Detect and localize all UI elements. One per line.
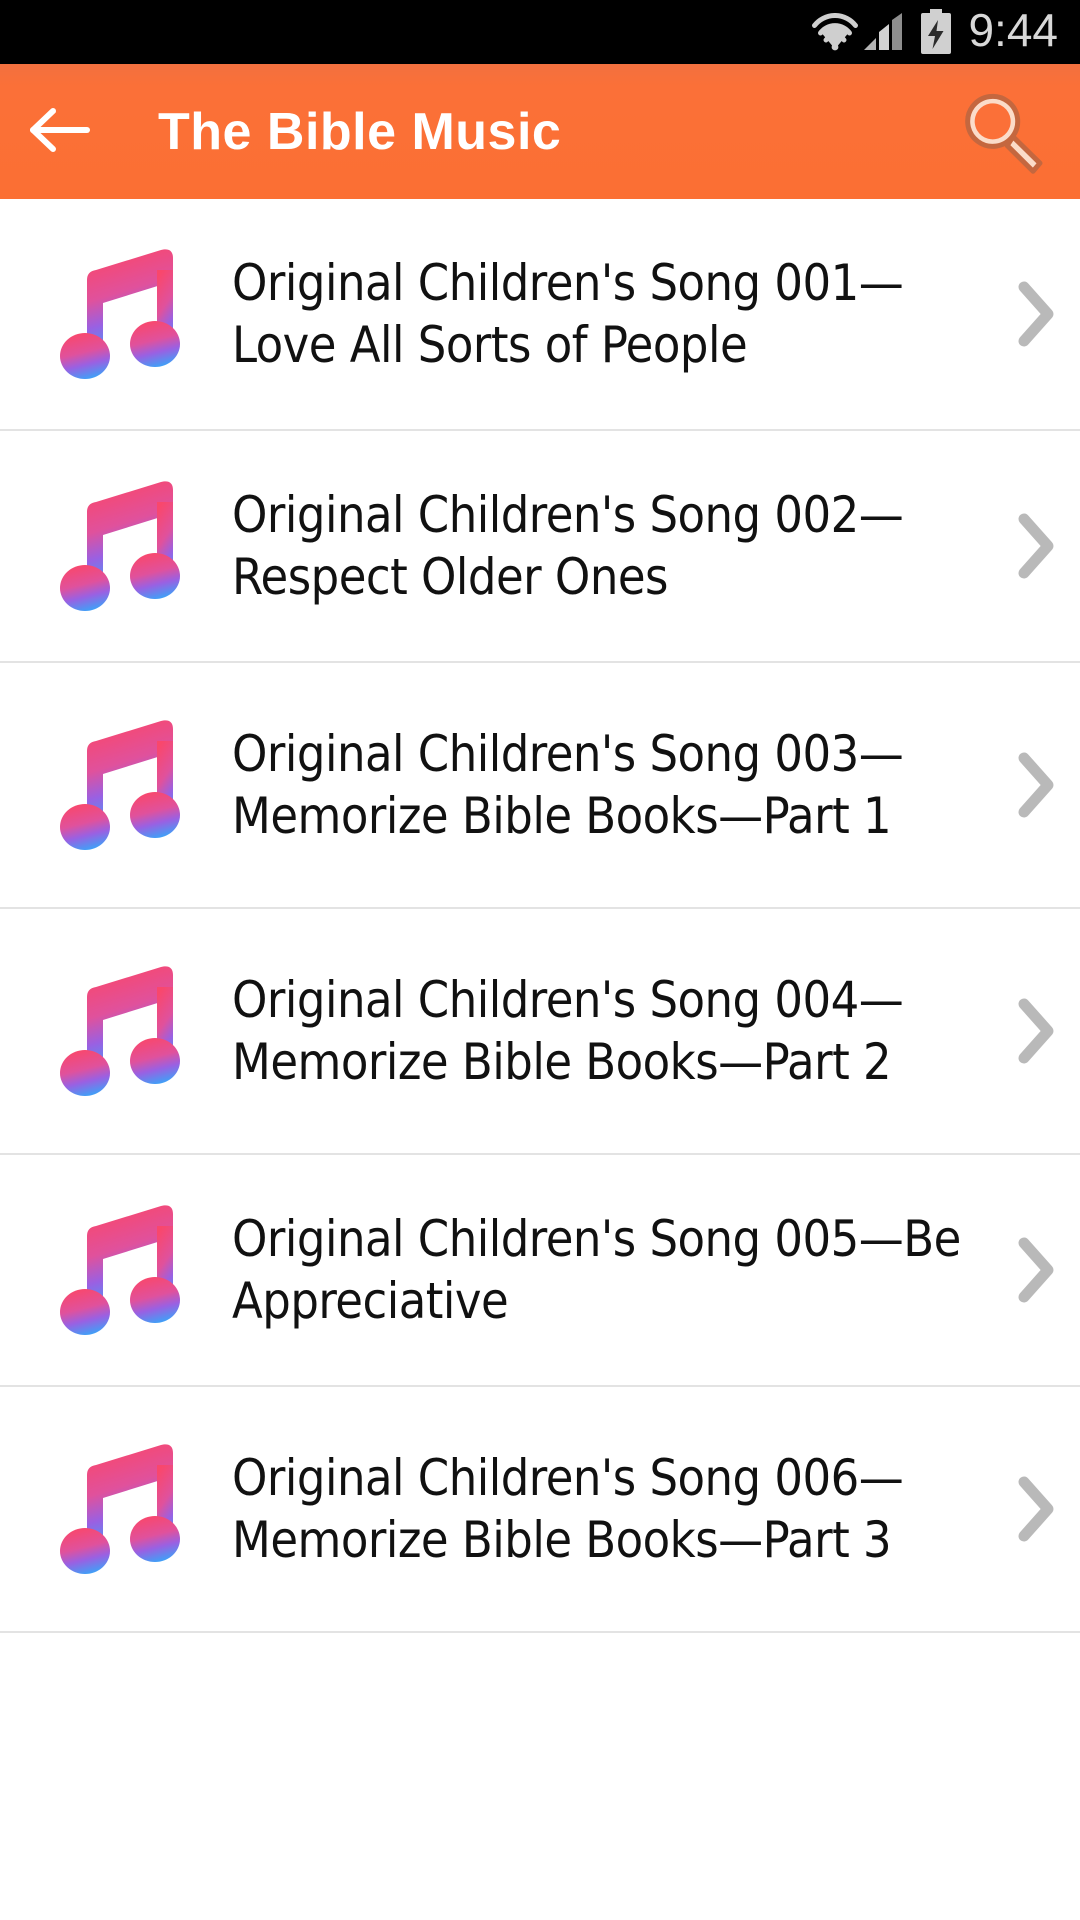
status-bar-clock: 9:44 [968, 4, 1058, 56]
chevron-right-icon [1010, 752, 1080, 818]
chevron-right-icon [1010, 1476, 1080, 1542]
music-note-icon [0, 234, 232, 394]
back-button[interactable] [0, 64, 120, 199]
music-note-icon [0, 1429, 232, 1589]
music-note-icon [0, 1190, 232, 1350]
wifi-icon [812, 12, 859, 51]
list-item-title: Original Children's Song 003—Memorize Bi… [232, 725, 904, 845]
chevron-right-icon [1010, 998, 1080, 1064]
list-item-title: Original Children's Song 006—Memorize Bi… [232, 1449, 904, 1569]
list-item[interactable]: Original Children's Song 003—Memorize Bi… [0, 663, 1080, 909]
list-item[interactable]: Original Children's Song 004—Memorize Bi… [0, 909, 1080, 1155]
status-bar: 9:44 [0, 0, 1080, 64]
list-item-title: Original Children's Song 002—Respect Old… [232, 486, 904, 606]
search-button[interactable] [948, 77, 1058, 187]
list-item[interactable]: Original Children's Song 005—Be Apprecia… [0, 1155, 1080, 1387]
music-note-icon [0, 466, 232, 626]
music-note-icon [0, 951, 232, 1111]
search-icon [953, 80, 1053, 184]
chevron-right-icon [1010, 513, 1080, 579]
music-note-icon [0, 705, 232, 865]
list-item[interactable]: Original Children's Song 006—Memorize Bi… [0, 1387, 1080, 1633]
list-item[interactable]: Original Children's Song 001—Love All So… [0, 199, 1080, 431]
battery-charging-icon [918, 9, 954, 55]
list-item-title: Original Children's Song 005—Be Apprecia… [232, 1210, 961, 1330]
song-list: Original Children's Song 001—Love All So… [0, 199, 1080, 1633]
page-title: The Bible Music [158, 102, 562, 161]
list-item-title: Original Children's Song 001—Love All So… [232, 254, 904, 374]
chevron-right-icon [1010, 1237, 1080, 1303]
list-item[interactable]: Original Children's Song 002—Respect Old… [0, 431, 1080, 663]
signal-icon [862, 12, 908, 52]
list-item-title: Original Children's Song 004—Memorize Bi… [232, 971, 904, 1091]
app-bar: The Bible Music [0, 64, 1080, 199]
back-arrow-icon [29, 105, 91, 159]
chevron-right-icon [1010, 281, 1080, 347]
status-bar-icons: 9:44 [812, 4, 1058, 56]
